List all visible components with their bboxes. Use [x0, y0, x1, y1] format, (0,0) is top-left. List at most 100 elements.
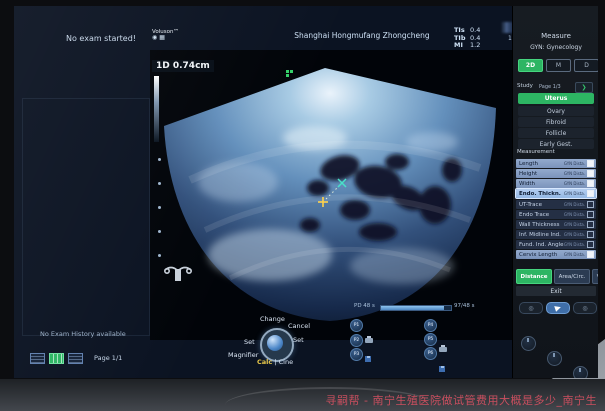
rotary-right-icon[interactable]: ◎ — [573, 302, 597, 314]
depth-marker — [158, 254, 161, 257]
checkbox-icon[interactable] — [587, 190, 594, 197]
study-item-early-gest[interactable]: Early Gest. — [518, 139, 594, 149]
row-label: Endo. Thickn. — [516, 191, 564, 197]
trackball-topright-label: Cancel — [288, 322, 310, 330]
checkbox-icon[interactable] — [587, 160, 594, 167]
checkbox-icon[interactable] — [587, 241, 594, 248]
row-label: Length — [516, 161, 564, 167]
checkbox-icon[interactable] — [587, 201, 594, 208]
row-tag: GYN Dista. — [564, 171, 585, 176]
quad-layout-icon[interactable] — [68, 353, 83, 364]
checkbox-icon[interactable] — [587, 211, 594, 218]
row-tag: GYN Dista. — [564, 212, 585, 217]
exit-button[interactable]: Exit — [516, 286, 596, 296]
cine-right-value: 97/48 s — [454, 303, 474, 309]
row-tag: GYN Dista. — [564, 191, 585, 196]
cine-left-value: PD 48 s — [354, 303, 375, 309]
study-item-uterus[interactable]: Uterus — [518, 93, 594, 104]
measure-row-inf-midline[interactable]: Inf. Midline Ind. GYN Dista. — [516, 230, 596, 239]
checkbox-icon[interactable] — [587, 231, 594, 238]
measure-row-width[interactable]: Width GYN Dista. — [516, 179, 596, 188]
trackball-ball-icon — [267, 335, 283, 351]
voluson-logo-icons: ◉▦ — [152, 35, 179, 41]
ultrasound-fan — [150, 50, 516, 340]
cine-progress-fill — [381, 306, 444, 310]
trackball-left-label: Set — [244, 338, 255, 346]
measure-action-buttons: Distance Area/Circ. Volume — [516, 269, 598, 284]
study-item-fibroid[interactable]: Fibroid — [518, 117, 594, 127]
study-page-indicator: Page 1/3 — [539, 84, 561, 90]
grayscale-bar — [154, 76, 159, 142]
area-circ-button[interactable]: Area/Circ. — [554, 269, 590, 284]
body-marker-icon — [162, 262, 194, 288]
printer-icon — [439, 347, 447, 352]
acoustic-output-block: TIs0.4 TIb0.4 MI1.2 — [454, 27, 480, 50]
measure-row-fund-angle[interactable]: Fund. Ind. Angle GYN Dista. — [516, 240, 596, 249]
rotary-knob-icon[interactable] — [521, 336, 536, 351]
rotary-knob-icon[interactable] — [547, 351, 562, 366]
pkey-p2-button[interactable]: P2 — [350, 334, 363, 347]
pkey-p4-button[interactable]: P4 — [424, 319, 437, 332]
study-next-page-button[interactable]: ❯ — [575, 82, 593, 93]
row-label: Wall Thickness — [516, 222, 564, 228]
measure-row-endo-trace[interactable]: Endo Trace GYN Dista. — [516, 210, 596, 219]
layout-switcher — [30, 353, 83, 364]
save-disk-icon — [439, 366, 445, 372]
rotary-knob-icon[interactable] — [573, 366, 588, 378]
single-layout-icon[interactable] — [30, 353, 45, 364]
checkbox-icon[interactable] — [587, 180, 594, 187]
dual-layout-icon[interactable] — [49, 353, 64, 364]
measure-row-cervix-length[interactable]: Cervix Length GYN Dista. — [516, 250, 596, 259]
trackball-bottom-label: Calc | Cine — [257, 358, 293, 366]
cine-progress-bar[interactable] — [380, 305, 452, 311]
pkey-p1-button[interactable]: P1 — [350, 319, 363, 332]
checkbox-icon[interactable] — [587, 221, 594, 228]
measure-row-height[interactable]: Height GYN Dista. — [516, 169, 596, 178]
panel-subtitle: GYN: Gynecology — [513, 44, 598, 51]
row-tag: GYN Dista. — [564, 222, 585, 227]
trackball-bottomleft-label: Magnifier — [228, 351, 258, 359]
tab-d[interactable]: D — [574, 59, 598, 72]
measure-row-wall-thickness[interactable]: Wall Thickness GYN Dista. — [516, 220, 596, 229]
checkbox-icon[interactable] — [587, 170, 594, 177]
row-tag: GYN Dista. — [564, 181, 585, 186]
row-label: Fund. Ind. Angle — [516, 242, 564, 248]
pkey-p3-button[interactable]: P3 — [350, 348, 363, 361]
ultrasound-monitor-photo: 寻嗣帮 - 南宁生殖医院做试管费用大概是多少_南宁生 No exam start… — [0, 0, 605, 411]
depth-marker — [158, 206, 161, 209]
mi-label: MI — [454, 42, 470, 50]
mode-tabs: 2D M D — [518, 59, 598, 72]
measure-row-endo-thickness[interactable]: Endo. Thickn. GYN Dista. — [516, 189, 596, 198]
exam-history-panel — [22, 98, 150, 336]
rotary-left-icon[interactable]: ◎ — [519, 302, 543, 314]
tab-2d[interactable]: 2D — [518, 59, 543, 72]
pkey-p5-button[interactable]: P5 — [424, 333, 437, 346]
no-history-status: No Exam History available — [40, 330, 126, 338]
depth-marker — [158, 230, 161, 233]
pointer-mode-row: ◎ ◎ — [519, 302, 597, 314]
photo-watermark: 寻嗣帮 - 南宁生殖医院做试管费用大概是多少_南宁生 — [326, 392, 597, 408]
depth-marker — [158, 158, 161, 161]
ultrasound-image-area: 1D 0.74cm — [150, 50, 516, 340]
row-label: Width — [516, 181, 564, 187]
trackball-top-label: Change — [260, 315, 285, 323]
pkey-p6-button[interactable]: P6 — [424, 347, 437, 360]
volume-button[interactable]: Volume — [592, 269, 598, 284]
checkbox-icon[interactable] — [587, 251, 594, 258]
hospital-name: Shanghai Hongmufang Zhongcheng — [282, 31, 442, 40]
row-tag: GYN Dista. — [564, 202, 585, 207]
ultrasound-screen: No exam started! No Exam History availab… — [14, 6, 598, 378]
trackball-right-label: Set — [293, 336, 304, 344]
measure-row-ut-trace[interactable]: UT-Trace GYN Dista. — [516, 200, 596, 209]
study-item-ovary[interactable]: Ovary — [518, 106, 594, 116]
study-item-follicle[interactable]: Follicle — [518, 128, 594, 138]
orientation-marker-icon — [286, 70, 295, 76]
cursor-pointer-button[interactable] — [546, 302, 570, 314]
row-tag: GYN Dista. — [564, 161, 585, 166]
cursor-arrow-icon — [554, 304, 562, 312]
row-label: Cervix Length — [516, 252, 564, 258]
measure-row-length[interactable]: Length GYN Dista. — [516, 159, 596, 168]
tab-m[interactable]: M — [546, 59, 571, 72]
calc-label: Calc — [257, 358, 272, 366]
distance-button[interactable]: Distance — [516, 269, 552, 284]
